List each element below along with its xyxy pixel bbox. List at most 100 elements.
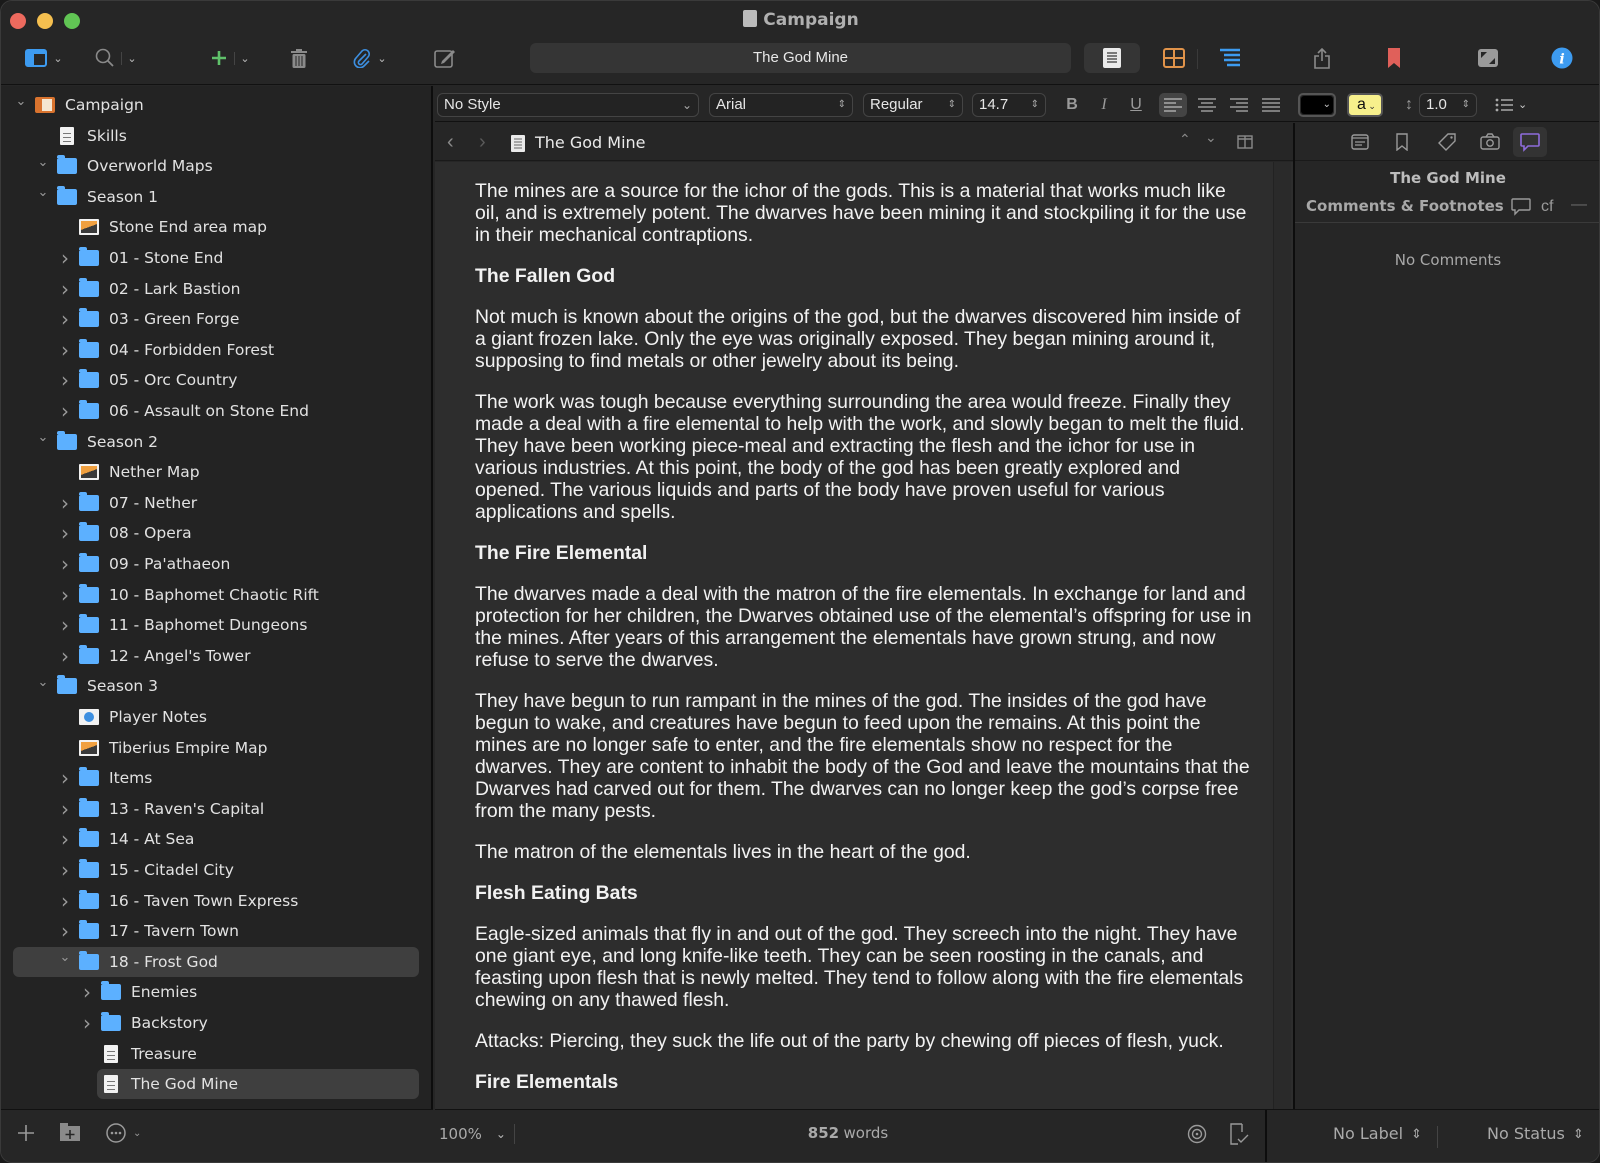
disclosure-expanded-icon[interactable]: ⌄ <box>35 185 51 200</box>
share-button[interactable] <box>1309 43 1335 73</box>
disclosure-expanded-icon[interactable]: ⌄ <box>13 94 29 109</box>
disclosure-collapsed-icon[interactable]: › <box>79 1011 95 1035</box>
tab-comments[interactable] <box>1513 127 1547 157</box>
disclosure-collapsed-icon[interactable]: › <box>79 980 95 1004</box>
list-style-button[interactable]: ⌄ <box>1495 93 1537 117</box>
binder-item[interactable]: Treasure <box>13 1039 419 1069</box>
binder-item[interactable]: The God Mine <box>97 1069 419 1100</box>
remove-comment-button[interactable]: — <box>1571 196 1587 214</box>
compose-button[interactable] <box>433 43 457 73</box>
binder-item[interactable]: › 08 - Opera <box>13 518 419 548</box>
add-comment-button[interactable] <box>1511 198 1531 216</box>
disclosure-collapsed-icon[interactable]: › <box>57 919 73 943</box>
binder-item[interactable]: › 06 - Assault on Stone End <box>13 396 419 426</box>
binder-item[interactable]: › Backstory <box>13 1008 419 1038</box>
highlight-color-picker[interactable]: a ⌄ <box>1347 93 1383 117</box>
line-spacing-select[interactable]: 1.0 ⇕ <box>1419 93 1477 117</box>
disclosure-collapsed-icon[interactable]: › <box>57 827 73 851</box>
back-button[interactable]: ‹ <box>447 131 454 154</box>
composition-mode-button[interactable] <box>1475 43 1501 73</box>
disclosure-collapsed-icon[interactable]: › <box>57 797 73 821</box>
disclosure-collapsed-icon[interactable]: › <box>57 521 73 545</box>
disclosure-collapsed-icon[interactable]: › <box>57 552 73 576</box>
binder-item[interactable]: ⌄ 18 - Frost God <box>13 946 419 977</box>
previous-document-button[interactable]: ⌃ <box>1179 131 1191 148</box>
italic-button[interactable]: I <box>1093 93 1115 117</box>
revisions-button[interactable] <box>1229 1123 1249 1145</box>
font-size-field[interactable]: 14.7 ⇕ <box>972 93 1046 117</box>
attach-button[interactable]: ⌄ <box>347 43 393 73</box>
corkboard-view-button[interactable] <box>1161 43 1187 73</box>
binder-item[interactable]: ⌄ Season 2 <box>13 427 419 457</box>
binder-item[interactable]: › 02 - Lark Bastion <box>13 274 419 304</box>
binder-item[interactable]: › 13 - Raven's Capital <box>13 794 419 824</box>
binder-item[interactable]: › 10 - Baphomet Chaotic Rift <box>13 580 419 610</box>
add-document-button[interactable] <box>17 1124 35 1142</box>
status-select[interactable]: No Status ⇕ <box>1487 1124 1584 1143</box>
text-editor[interactable]: The mines are a source for the ichor of … <box>435 162 1293 1109</box>
inspector-button[interactable]: i <box>1549 43 1575 73</box>
justify-button[interactable] <box>1257 93 1285 117</box>
align-center-button[interactable] <box>1193 93 1221 117</box>
split-editor-button[interactable] <box>1237 135 1253 149</box>
outliner-view-button[interactable] <box>1217 43 1243 73</box>
binder-item[interactable]: › 16 - Taven Town Express <box>13 886 419 916</box>
binder-actions-menu[interactable]: ⌄ <box>105 1122 141 1144</box>
binder-item[interactable]: › 14 - At Sea <box>13 824 419 854</box>
disclosure-collapsed-icon[interactable]: › <box>57 766 73 790</box>
trash-button[interactable] <box>287 43 311 73</box>
tab-snapshots[interactable] <box>1480 133 1500 150</box>
disclosure-collapsed-icon[interactable]: › <box>57 399 73 423</box>
target-button[interactable] <box>1187 1124 1207 1144</box>
disclosure-collapsed-icon[interactable]: › <box>57 277 73 301</box>
disclosure-collapsed-icon[interactable]: › <box>57 889 73 913</box>
binder-item[interactable]: › 04 - Forbidden Forest <box>13 335 419 365</box>
binder-item[interactable]: ⌄ Campaign <box>13 90 419 120</box>
disclosure-collapsed-icon[interactable]: › <box>57 858 73 882</box>
style-select[interactable]: No Style ⌄ <box>437 93 699 117</box>
editor-view-button[interactable] <box>1099 43 1125 73</box>
add-folder-button[interactable] <box>59 1122 81 1142</box>
text-color-picker[interactable]: ⌄ <box>1298 93 1336 117</box>
label-select[interactable]: No Label ⇕ <box>1333 1124 1422 1143</box>
underline-button[interactable]: U <box>1125 93 1147 117</box>
binder-item[interactable]: › 01 - Stone End <box>13 243 419 273</box>
tab-bookmarks[interactable] <box>1395 133 1409 151</box>
forward-button[interactable]: › <box>479 131 486 154</box>
font-family-select[interactable]: Arial ⇕ <box>709 93 853 117</box>
binder-item[interactable]: › 09 - Pa'athaeon <box>13 549 419 579</box>
binder-item[interactable]: › 12 - Angel's Tower <box>13 641 419 671</box>
disclosure-expanded-icon[interactable]: ⌄ <box>57 950 73 965</box>
font-weight-select[interactable]: Regular ⇕ <box>863 93 963 117</box>
disclosure-collapsed-icon[interactable]: › <box>57 246 73 270</box>
align-right-button[interactable] <box>1225 93 1253 117</box>
binder-item[interactable]: › 05 - Orc Country <box>13 365 419 395</box>
disclosure-collapsed-icon[interactable]: › <box>57 491 73 515</box>
disclosure-collapsed-icon[interactable]: › <box>57 583 73 607</box>
disclosure-collapsed-icon[interactable]: › <box>57 368 73 392</box>
disclosure-expanded-icon[interactable]: ⌄ <box>35 430 51 445</box>
binder-item[interactable]: Stone End area map <box>13 212 419 242</box>
binder-item[interactable]: › 17 - Tavern Town <box>13 916 419 946</box>
document-content[interactable]: The mines are a source for the ichor of … <box>475 180 1255 1109</box>
disclosure-collapsed-icon[interactable]: › <box>57 338 73 362</box>
tab-notes[interactable] <box>1351 134 1369 150</box>
disclosure-expanded-icon[interactable]: ⌄ <box>35 675 51 690</box>
editor-header-title[interactable]: The God Mine <box>535 133 646 152</box>
tab-metadata[interactable] <box>1437 133 1457 151</box>
binder-item[interactable]: › 15 - Citadel City <box>13 855 419 885</box>
binder-item[interactable]: Player Notes <box>13 702 419 732</box>
binder-item[interactable]: Tiberius Empire Map <box>13 733 419 763</box>
disclosure-collapsed-icon[interactable]: › <box>57 644 73 668</box>
binder-item[interactable]: Skills <box>13 121 419 151</box>
bookmarks-button[interactable] <box>1381 43 1407 73</box>
binder-item[interactable]: Nether Map <box>13 457 419 487</box>
binder-item[interactable]: ⌄ Season 1 <box>13 182 419 212</box>
add-footnote-button[interactable]: cf <box>1541 198 1553 216</box>
editor-scrollbar[interactable] <box>1273 162 1291 1109</box>
view-layout-button[interactable]: ⌄ <box>17 43 71 73</box>
bold-button[interactable]: B <box>1061 93 1083 117</box>
search-button[interactable]: ⌄ <box>91 43 141 73</box>
add-item-button[interactable]: ⌄ <box>205 43 255 73</box>
disclosure-expanded-icon[interactable]: ⌄ <box>35 155 51 170</box>
